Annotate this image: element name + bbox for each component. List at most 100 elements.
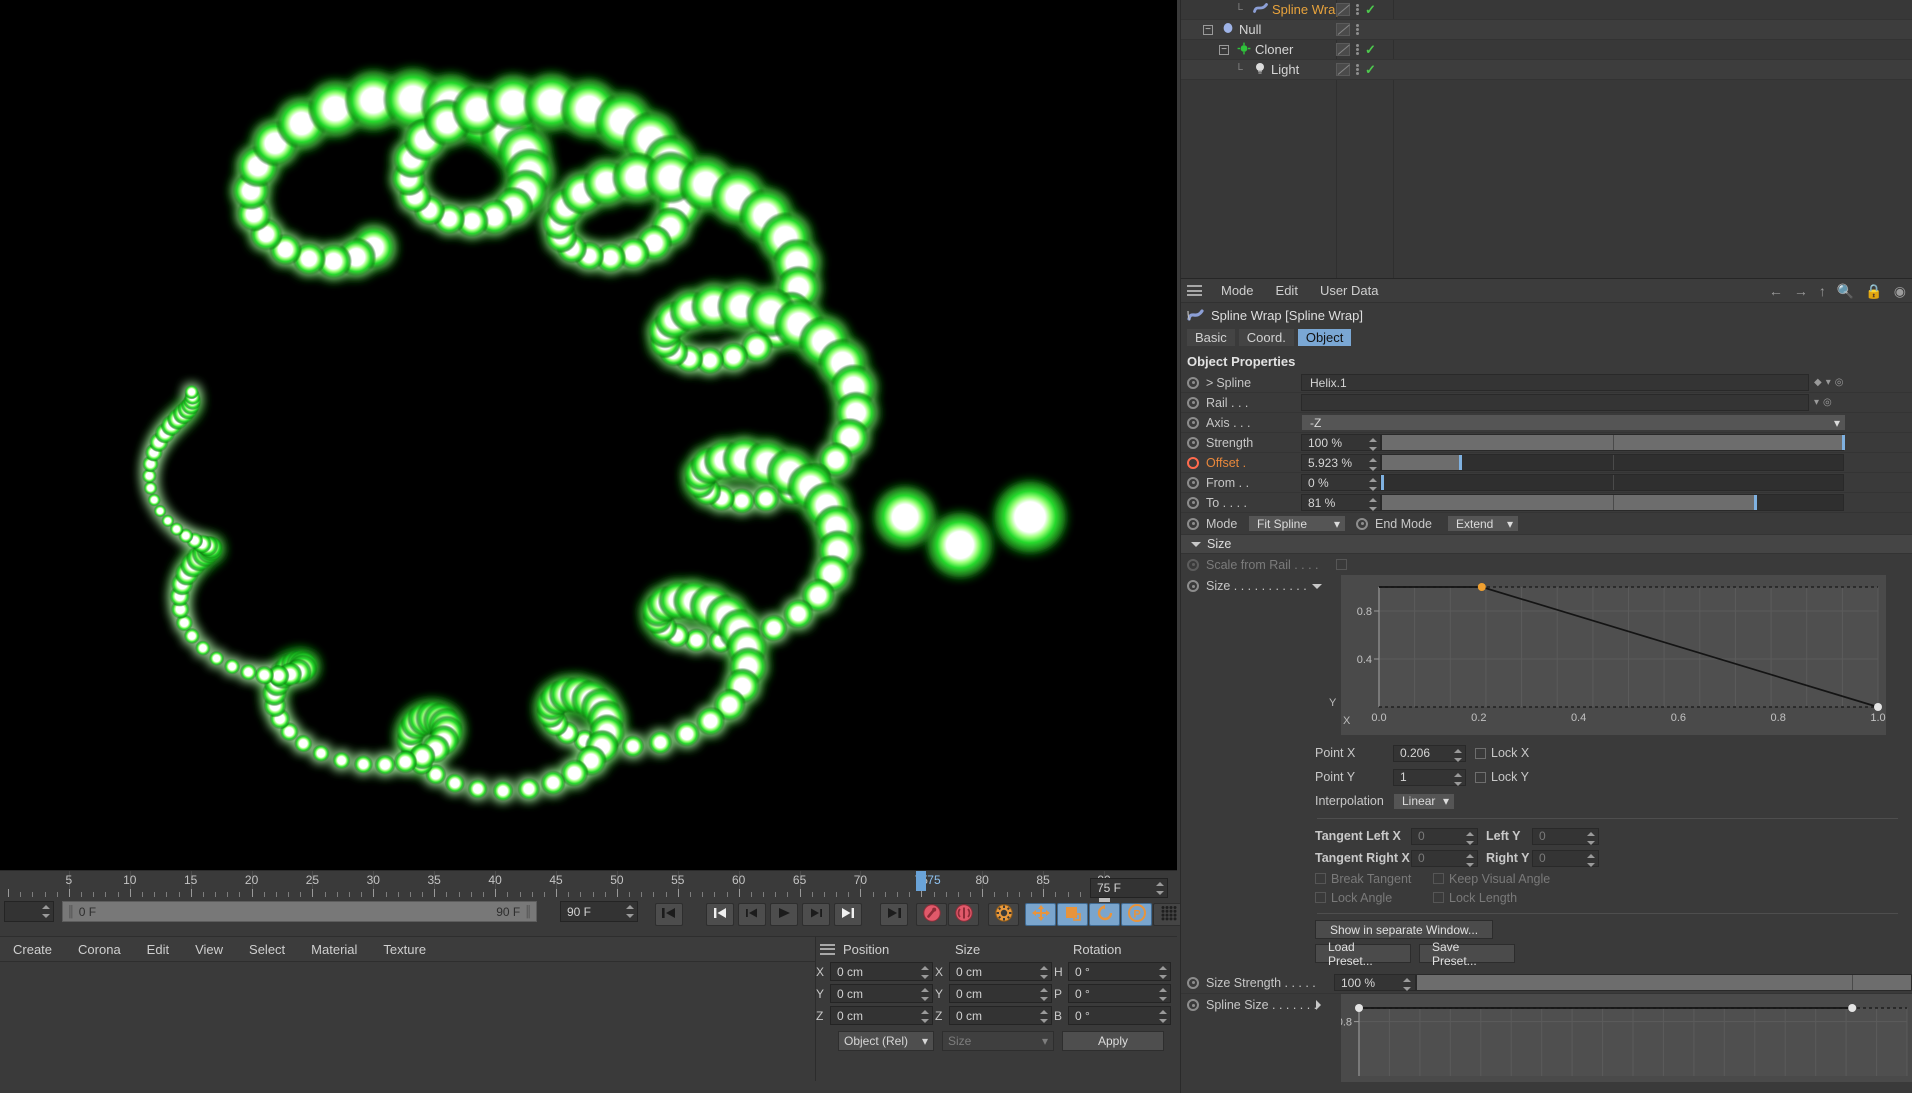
current-frame-stepper[interactable]: [1155, 882, 1164, 895]
rotation-p-stepper[interactable]: [1158, 988, 1167, 1001]
point-x-stepper[interactable]: [1453, 748, 1462, 762]
position-x-field[interactable]: 0 cm: [830, 962, 933, 981]
point-y-field[interactable]: 1: [1393, 768, 1466, 786]
strength-field[interactable]: 100 %: [1301, 434, 1381, 451]
point-y-stepper[interactable]: [1453, 772, 1462, 786]
rail-animate-dot[interactable]: [1187, 396, 1199, 409]
position-z-stepper[interactable]: [920, 1010, 929, 1023]
spline-size-animate-dot[interactable]: [1187, 999, 1199, 1011]
left-y-stepper[interactable]: [1586, 831, 1595, 845]
tab-coord[interactable]: Coord.: [1238, 329, 1294, 346]
tangent-right-x-field[interactable]: 0: [1411, 849, 1478, 867]
strength-slider[interactable]: [1381, 434, 1845, 451]
rotation-p-field[interactable]: 0 °: [1068, 984, 1171, 1003]
position-y-field[interactable]: 0 cm: [830, 984, 933, 1003]
expander-icon[interactable]: −: [1219, 44, 1229, 55]
record-keyframe-button[interactable]: [916, 903, 947, 926]
attr-menu-mode[interactable]: Mode: [1210, 283, 1265, 298]
apply-button[interactable]: Apply: [1062, 1031, 1164, 1051]
step-forward-button[interactable]: [802, 903, 830, 926]
viewport-menu-create[interactable]: Create: [0, 942, 65, 957]
up-arrow-icon[interactable]: ↑: [1819, 283, 1826, 299]
display-tag-icon[interactable]: [1336, 43, 1350, 56]
tab-object[interactable]: Object: [1297, 329, 1352, 346]
display-tag-icon[interactable]: [1336, 63, 1350, 76]
end-mode-animate-dot[interactable]: [1356, 517, 1368, 530]
from-stepper[interactable]: [1368, 478, 1377, 491]
target-picker-icon[interactable]: ◎: [1835, 377, 1844, 388]
record-parameter-button[interactable]: P: [1121, 903, 1152, 926]
rotation-b-field[interactable]: 0 °: [1068, 1006, 1171, 1025]
enabled-check-icon[interactable]: ✓: [1365, 42, 1376, 58]
from-slider[interactable]: [1380, 474, 1844, 491]
lock-angle-checkbox[interactable]: [1315, 892, 1326, 903]
rotation-b-stepper[interactable]: [1158, 1010, 1167, 1023]
axis-select[interactable]: -Z ▾: [1301, 414, 1846, 431]
expander-icon[interactable]: −: [1203, 24, 1213, 35]
tangent-left-x-field[interactable]: 0: [1411, 827, 1478, 845]
enabled-check-icon[interactable]: ✓: [1365, 2, 1376, 18]
tangent-left-x-stepper[interactable]: [1465, 831, 1474, 845]
max-frame-stepper[interactable]: [625, 905, 634, 918]
chevron-down-icon[interactable]: [1312, 583, 1322, 589]
end-mode-select[interactable]: Extend ▾: [1447, 515, 1519, 532]
rotation-h-field[interactable]: 0 °: [1068, 962, 1171, 981]
perspective-viewport[interactable]: [0, 0, 1177, 870]
layer-dots-icon[interactable]: [1356, 3, 1359, 16]
display-tag-icon[interactable]: [1336, 3, 1350, 16]
tangent-right-x-stepper[interactable]: [1465, 853, 1474, 867]
offset-slider[interactable]: [1381, 454, 1844, 471]
rail-link-field[interactable]: [1301, 394, 1809, 411]
record-scale-button[interactable]: [1057, 903, 1088, 926]
to-stepper[interactable]: [1368, 498, 1377, 511]
autokeying-button[interactable]: [948, 903, 979, 926]
size-x-stepper[interactable]: [1039, 966, 1048, 979]
lock-x-checkbox[interactable]: [1475, 747, 1486, 759]
offset-animate-dot[interactable]: [1187, 456, 1199, 469]
layer-dots-icon[interactable]: [1356, 43, 1359, 56]
size-y-field[interactable]: 0 cm: [949, 984, 1052, 1003]
rail-link-buttons[interactable]: ▾ ◎: [1814, 397, 1832, 408]
go-to-previous-key-button[interactable]: [706, 903, 734, 926]
spline-animate-dot[interactable]: [1187, 376, 1199, 389]
menu-icon[interactable]: [1187, 285, 1202, 296]
break-tangent-checkbox[interactable]: [1315, 873, 1326, 884]
viewport-menu-edit[interactable]: Edit: [134, 942, 182, 957]
keyframe-icon[interactable]: ◆: [1814, 377, 1822, 388]
size-strength-field[interactable]: 100 %: [1334, 974, 1416, 991]
object-row-null[interactable]: − Null: [1181, 20, 1912, 40]
size-strength-animate-dot[interactable]: [1187, 976, 1199, 989]
spline-link-buttons[interactable]: ◆ ▾ ◎: [1814, 377, 1843, 388]
spline-size-graph[interactable]: 0.8: [1341, 994, 1912, 1082]
save-preset-button[interactable]: Save Preset...: [1419, 940, 1515, 968]
position-y-stepper[interactable]: [920, 988, 929, 1001]
chevron-down-icon[interactable]: ▾: [1814, 397, 1819, 408]
viewport-menu-material[interactable]: Material: [298, 942, 370, 957]
keep-visual-angle-checkbox[interactable]: [1433, 873, 1444, 884]
load-preset-button[interactable]: Load Preset...: [1315, 940, 1411, 968]
layer-dots-icon[interactable]: [1356, 23, 1359, 36]
go-to-next-key-button[interactable]: [834, 903, 862, 926]
range-left-grip[interactable]: ║: [67, 906, 75, 918]
right-y-field[interactable]: 0: [1532, 849, 1599, 867]
play-button[interactable]: [770, 903, 798, 926]
record-position-button[interactable]: [1025, 903, 1056, 926]
size-group-header[interactable]: Size: [1181, 535, 1912, 554]
max-frame-field[interactable]: 90 F: [560, 901, 638, 922]
show-in-separate-window-button[interactable]: Show in separate Window...: [1315, 920, 1493, 939]
to-slider[interactable]: [1381, 494, 1844, 511]
keyframe-settings-button[interactable]: [988, 903, 1019, 926]
size-x-field[interactable]: 0 cm: [949, 962, 1052, 981]
forward-arrow-icon[interactable]: →: [1794, 283, 1808, 299]
size-z-field[interactable]: 0 cm: [949, 1006, 1052, 1025]
preview-range-stepper[interactable]: [4, 901, 54, 922]
step-back-button[interactable]: [738, 903, 766, 926]
layer-dots-icon[interactable]: [1356, 63, 1359, 76]
mode-animate-dot[interactable]: [1187, 517, 1199, 530]
left-y-field[interactable]: 0: [1532, 827, 1599, 845]
lock-icon[interactable]: 🔒: [1865, 283, 1882, 300]
object-row-light[interactable]: └ Light ✓: [1181, 60, 1912, 80]
to-field[interactable]: 81 %: [1301, 494, 1381, 511]
point-x-field[interactable]: 0.206: [1393, 744, 1466, 762]
object-manager[interactable]: └ Spline Wrap ✓ − Null − Cloner ✓ └ Light ✓: [1180, 0, 1912, 278]
